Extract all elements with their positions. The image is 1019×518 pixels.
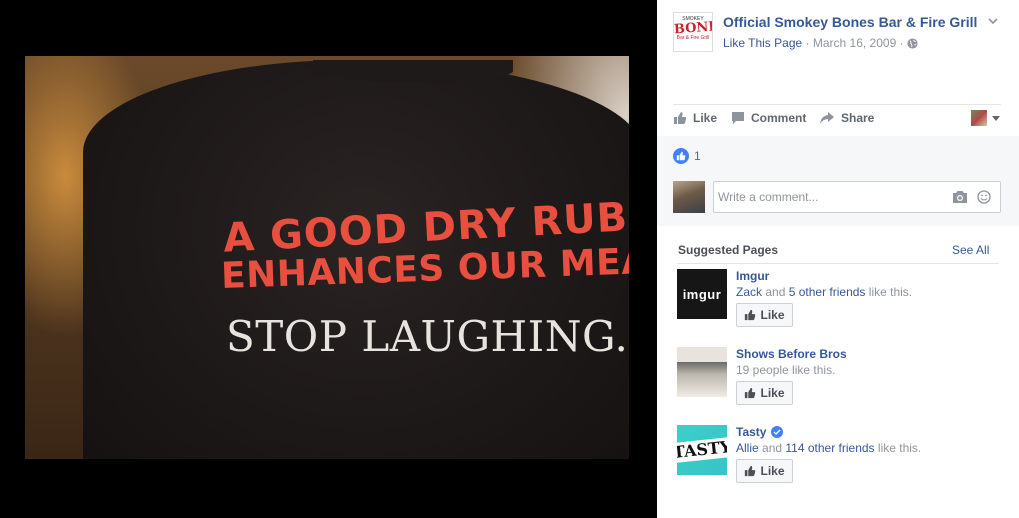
comment-input[interactable]	[714, 182, 944, 212]
share-label: Share	[841, 111, 875, 125]
thumbs-up-icon	[745, 387, 756, 399]
suggested-page-item: Shows Before Bros 19 people like this. L…	[677, 347, 999, 407]
feedback-area: 1	[657, 136, 1019, 226]
caret-down-icon	[992, 116, 1000, 121]
reaction-count: 1	[694, 149, 701, 163]
tasty-thumbnail[interactable]: TASTY	[677, 425, 727, 475]
suggested-page-description: Allie and 114 other friends like this.	[736, 441, 921, 455]
suggested-page-item: TASTY Tasty Allie and 114 other friends …	[677, 425, 999, 485]
and-text: and	[762, 285, 789, 299]
friend-link[interactable]: Zack	[736, 285, 762, 299]
like-label: Like	[693, 111, 718, 125]
like-button-label: Like	[760, 464, 785, 478]
page-name-text: Shows Before Bros	[736, 347, 847, 361]
reaction-summary[interactable]: 1	[673, 148, 701, 164]
comment-label: Comment	[751, 111, 807, 125]
suggested-page-name[interactable]: Tasty	[736, 425, 784, 439]
page-logo[interactable]: SMOKEY BONES Bar & Fire Grill	[673, 12, 713, 52]
friend-link[interactable]: Allie	[736, 441, 759, 455]
thumbs-up-icon	[745, 309, 756, 321]
post-as-selector[interactable]	[971, 110, 1001, 126]
like-reaction-icon	[673, 148, 689, 164]
thumbs-up-icon	[674, 112, 687, 124]
post-actions: Like Comment Share	[673, 107, 1001, 133]
comment-button[interactable]: Comment	[731, 111, 806, 125]
share-button[interactable]: Share	[819, 111, 874, 125]
divider	[673, 104, 1001, 105]
suggested-page-name[interactable]: Imgur	[736, 269, 769, 283]
divider	[677, 263, 999, 264]
comment-icon	[732, 112, 744, 124]
shows-before-bros-thumbnail[interactable]	[677, 347, 727, 397]
like-page-button[interactable]: Like	[736, 381, 793, 405]
suggested-page-item: imgur Imgur Zack and 5 other friends lik…	[677, 269, 999, 329]
t-shirt: A GOOD DRY RUB ENHANCES OUR MEAT. STOP L…	[83, 60, 629, 459]
shirt-text-line3: STOP LAUGHING.	[226, 312, 629, 361]
avatar	[673, 181, 705, 213]
page-name-link[interactable]: Official Smokey Bones Bar & Fire Grill	[723, 14, 977, 30]
see-all-link[interactable]: See All	[952, 243, 989, 257]
other-friends-link[interactable]: 5 other friends	[789, 285, 866, 299]
post-date[interactable]: March 16, 2009	[813, 36, 896, 50]
share-arrow-icon	[820, 112, 834, 124]
verified-badge-icon	[771, 426, 784, 438]
imgur-thumbnail[interactable]: imgur	[677, 269, 727, 319]
meta-separator: ·	[805, 36, 813, 50]
like-this-text: like this.	[865, 285, 913, 299]
post-sidebar: SMOKEY BONES Bar & Fire Grill Official S…	[657, 0, 1019, 518]
like-button[interactable]: Like	[673, 111, 717, 125]
thumb-text: imgur	[682, 286, 722, 302]
thumbs-up-icon	[745, 465, 756, 477]
globe-icon[interactable]	[907, 38, 918, 49]
like-button-label: Like	[760, 386, 785, 400]
suggested-pages: Suggested Pages See All imgur Imgur Zack…	[657, 226, 1019, 518]
post-meta: Like This Page · March 16, 2009 ·	[723, 36, 918, 50]
photo-viewer: A GOOD DRY RUB ENHANCES OUR MEAT. STOP L…	[0, 0, 657, 518]
and-text: and	[758, 441, 786, 455]
avatar	[971, 110, 987, 126]
post-photo[interactable]: A GOOD DRY RUB ENHANCES OUR MEAT. STOP L…	[25, 56, 629, 459]
page-name-text: Imgur	[736, 269, 770, 283]
comment-box	[713, 181, 1001, 213]
like-page-link[interactable]: Like This Page	[723, 36, 802, 50]
camera-icon[interactable]	[952, 190, 968, 204]
chevron-down-icon[interactable]	[986, 14, 1000, 28]
meta-separator: ·	[899, 36, 907, 50]
other-friends-link[interactable]: 114 other friends	[785, 441, 874, 455]
suggested-page-description: Zack and 5 other friends like this.	[736, 285, 912, 299]
shirt-collar	[313, 60, 513, 82]
post-header: SMOKEY BONES Bar & Fire Grill Official S…	[673, 12, 1013, 52]
like-this-text: like this.	[874, 441, 922, 455]
like-page-button[interactable]: Like	[736, 459, 793, 483]
logo-main-text: BONES	[673, 18, 713, 38]
thumb-text: TASTY	[677, 436, 727, 464]
like-page-button[interactable]: Like	[736, 303, 793, 327]
comment-composer	[673, 181, 1001, 213]
smiley-icon[interactable]	[977, 190, 991, 204]
suggested-page-description: 19 people like this.	[736, 363, 836, 377]
like-button-label: Like	[760, 308, 785, 322]
suggested-page-name[interactable]: Shows Before Bros	[736, 347, 847, 361]
suggested-pages-title: Suggested Pages	[678, 243, 779, 257]
page-name-text: Tasty	[736, 425, 767, 439]
